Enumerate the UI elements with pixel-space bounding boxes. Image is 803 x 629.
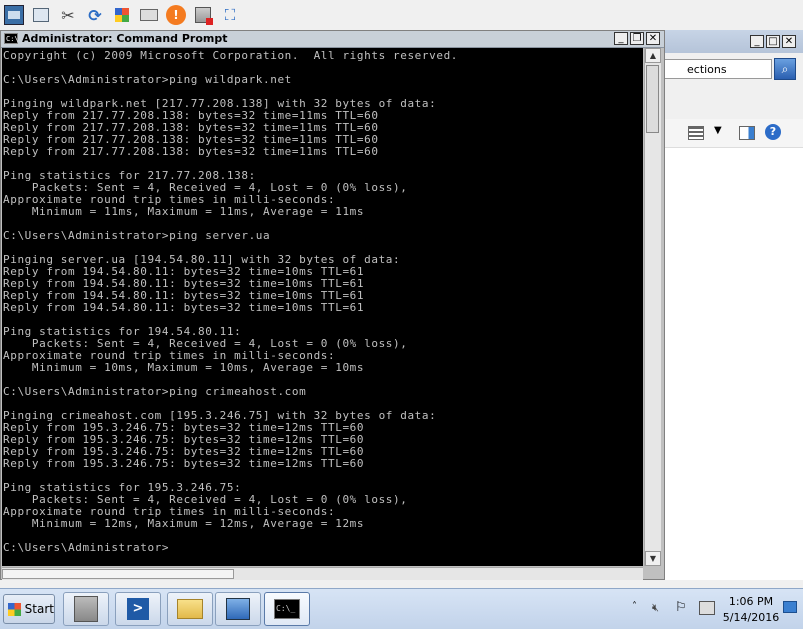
drive-icon[interactable] (139, 5, 159, 25)
view-icon[interactable] (688, 126, 704, 140)
chevron-down-icon[interactable]: ▼ (714, 125, 722, 136)
background-window: _ □ ✕ ections ⌕ ▼ ? (663, 30, 803, 580)
taskbar-control-panel[interactable] (215, 592, 261, 626)
folder-icon (177, 599, 203, 619)
horizontal-scroll-thumb[interactable] (2, 569, 234, 579)
taskbar-server-manager[interactable] (63, 592, 109, 626)
console-line: Minimum = 12ms, Maximum = 12ms, Average … (3, 517, 365, 530)
refresh-icon[interactable]: ⟳ (85, 5, 105, 25)
console-line: Reply from 195.3.246.75: bytes=32 time=1… (3, 457, 365, 470)
remote-desktop-icon[interactable] (193, 5, 213, 25)
console-line: C:\Users\Administrator> (3, 541, 170, 554)
command-bar: ▼ ? (664, 119, 803, 148)
action-center-flag-icon[interactable]: ⚐ (675, 600, 687, 615)
clock-time: 1:06 PM (728, 595, 774, 608)
console-line: Minimum = 10ms, Maximum = 10ms, Average … (3, 361, 365, 374)
console-text: Copyright (c) 2009 Microsoft Corporation… (2, 48, 643, 554)
volume-muted-icon[interactable]: 🔇︎ (652, 601, 659, 615)
console-output[interactable]: Copyright (c) 2009 Microsoft Corporation… (2, 48, 643, 566)
scroll-thumb[interactable] (646, 65, 659, 133)
tools-icon[interactable]: ✂ (58, 5, 78, 25)
help-icon[interactable]: ? (765, 124, 781, 140)
clock-date: 5/14/2016 (722, 611, 780, 624)
background-window-body (664, 148, 803, 580)
console-line: Reply from 194.54.80.11: bytes=32 time=1… (3, 301, 365, 314)
preview-pane-icon[interactable] (739, 126, 755, 140)
alert-icon[interactable]: ! (166, 5, 186, 25)
taskbar-explorer[interactable] (167, 592, 213, 626)
taskbar-command-prompt[interactable]: C:\_ (264, 592, 310, 626)
clock[interactable]: 1:06 PM 5/14/2016 (721, 594, 781, 626)
background-window-titlebar: _ □ ✕ (664, 30, 803, 53)
command-prompt-window: C:\ Administrator: Command Prompt _ ❐ ✕ … (0, 30, 665, 580)
start-label: Start (24, 602, 54, 616)
close-button[interactable]: ✕ (646, 32, 660, 45)
windows-logo-icon (8, 602, 21, 616)
server-manager-icon (74, 596, 98, 622)
horizontal-scrollbar[interactable] (2, 567, 643, 580)
cmd-icon: C:\_ (274, 599, 300, 619)
chevron-up-icon[interactable]: ˄ (632, 601, 637, 612)
console-line: Reply from 217.77.208.138: bytes=32 time… (3, 145, 379, 158)
window-title: Administrator: Command Prompt (22, 32, 228, 45)
desktop-strip (0, 580, 803, 588)
console-line: C:\Users\Administrator>ping crimeahost.c… (3, 385, 307, 398)
powershell-icon: > (127, 598, 149, 620)
start-button[interactable]: Start (3, 594, 55, 624)
show-desktop-button[interactable] (783, 601, 797, 613)
mmc-icon[interactable] (31, 5, 51, 25)
search-input[interactable]: ections (664, 59, 772, 79)
vertical-scrollbar[interactable]: ▲ ▼ (644, 48, 661, 566)
console-line: C:\Users\Administrator>ping wildpark.net (3, 73, 292, 86)
bg-close-button[interactable]: ✕ (782, 35, 796, 48)
scroll-up-icon[interactable]: ▲ (645, 48, 661, 63)
cmd-icon: C:\ (4, 33, 19, 44)
console-line: Copyright (c) 2009 Microsoft Corporation… (3, 49, 459, 62)
minimize-button[interactable]: _ (614, 32, 628, 45)
network-icon[interactable] (699, 601, 715, 615)
taskbar-powershell[interactable]: > (115, 592, 161, 626)
control-panel-icon (226, 598, 250, 620)
bg-restore-button[interactable]: □ (766, 35, 780, 48)
paint-icon[interactable] (112, 5, 132, 25)
restore-button[interactable]: ❐ (630, 32, 644, 45)
remote-toolbar: ✂ ⟳ ! ⛶ (0, 0, 803, 31)
console-line: C:\Users\Administrator>ping server.ua (3, 229, 271, 242)
search-icon[interactable]: ⌕ (774, 58, 796, 80)
scroll-down-icon[interactable]: ▼ (645, 551, 661, 566)
taskbar: Start > C:\_ ˄ 🔇︎ ⚐ 1:06 PM 5/14/2016 (0, 588, 803, 629)
cmd-titlebar[interactable]: C:\ Administrator: Command Prompt _ ❐ ✕ (1, 31, 664, 48)
fullscreen-icon[interactable]: ⛶ (220, 5, 240, 25)
console-line: Minimum = 11ms, Maximum = 11ms, Average … (3, 205, 365, 218)
server-manager-icon[interactable] (4, 5, 24, 25)
bg-minimize-button[interactable]: _ (750, 35, 764, 48)
